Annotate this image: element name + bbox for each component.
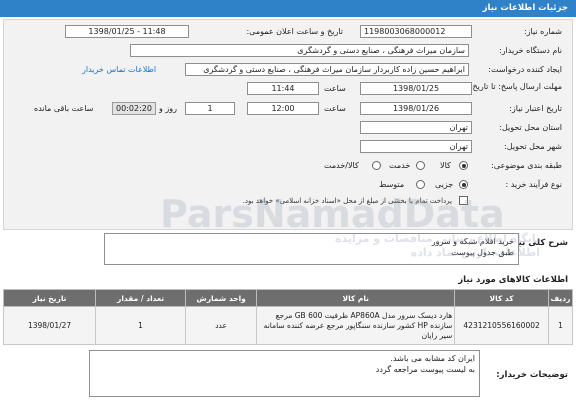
col-qty: تعداد / مقدار <box>95 289 186 307</box>
announce-datetime-field[interactable]: 1398/01/25 - 11:48 <box>65 25 189 38</box>
announce-datetime-value: 1398/01/25 - 11:48 <box>88 27 166 36</box>
row-date: 1398/01/27 <box>2 306 97 345</box>
buyer-notes-box: ایران کد مشابه می باشد. به لیست پیوست مر… <box>89 350 480 397</box>
row-qty: 1 <box>95 306 186 345</box>
goods-table-header: ردیف کد کالا نام کالا واحد شمارش تعداد /… <box>2 289 574 307</box>
category-option-service: خدمت <box>389 161 411 170</box>
category-option-goods-service: کالا/خدمت <box>324 161 359 170</box>
validity-days-field[interactable]: 1 <box>185 102 235 115</box>
col-index: ردیف <box>547 289 574 307</box>
watermark-lines: پایگاه اطلاع رسانی مناقصات و مزایده اطلا… <box>240 232 540 292</box>
reply-deadline-time-label: ساعت <box>324 84 346 93</box>
row-index: 1 <box>547 306 574 345</box>
process-label: نوع فرآیند خرید : <box>505 180 562 189</box>
col-code: کد کالا <box>454 289 549 307</box>
validity-time-field[interactable]: 12:00 <box>247 102 319 115</box>
validity-date-field[interactable]: 1398/01/26 <box>360 102 472 115</box>
table-row[interactable]: 1 4231210556160002 هارد دیسک سرور مدل AP… <box>2 306 574 345</box>
row-name: هارد دیسک سرور مدل AP860A ظرفیت 600 GB م… <box>256 306 456 345</box>
creator-field[interactable]: ابراهیم حسین زاده کاربردار سازمان میراث … <box>185 63 469 76</box>
goods-table: ردیف کد کالا نام کالا واحد شمارش تعداد /… <box>2 289 574 345</box>
page-title: جزئيات اطلاعات نیاز <box>482 3 568 13</box>
buyer-contact-link[interactable]: اطلاعات تماس خریدار <box>82 65 156 74</box>
process-radio-minor[interactable] <box>459 180 468 189</box>
reply-deadline-date-field[interactable]: 1398/01/25 <box>360 82 472 95</box>
category-radio-goods-service[interactable] <box>372 161 381 170</box>
category-option-goods: کالا <box>440 161 451 170</box>
creator-label: ایجاد کننده درخواست: <box>488 65 562 74</box>
need-number-label: شماره نیاز: <box>524 27 562 36</box>
col-date: تاریخ نیاز <box>2 289 97 307</box>
category-radio-goods[interactable] <box>459 161 468 170</box>
buyer-notes-line-1: ایران کد مشابه می باشد. <box>390 354 475 363</box>
page-header: جزئيات اطلاعات نیاز <box>0 0 576 17</box>
buyer-notes-line-2: به لیست پیوست مراجعه گردد <box>375 365 475 374</box>
process-option-minor: جزیی <box>435 180 454 189</box>
reply-deadline-label: مهلت ارسال پاسخ: تا تاریخ: <box>470 82 562 91</box>
announce-label: تاریخ و ساعت اعلان عمومی: <box>246 27 343 36</box>
category-radio-service[interactable] <box>416 161 425 170</box>
reply-deadline-time-field[interactable]: 11:44 <box>247 82 319 95</box>
row-code: 4231210556160002 <box>454 306 549 345</box>
remaining-time-field: 00:02:20 <box>112 102 156 115</box>
col-unit: واحد شمارش <box>184 289 258 307</box>
reply-deadline-label-text: مهلت ارسال پاسخ: تا تاریخ: <box>469 82 562 91</box>
province-label: استان محل تحویل: <box>499 123 562 132</box>
remaining-time-label: ساعت باقی مانده <box>34 104 94 113</box>
watermark-line-1: پایگاه اطلاع رسانی مناقصات و مزایده <box>335 232 540 245</box>
buyer-org-label: نام دستگاه خریدار: <box>499 46 562 55</box>
validity-label: تاریخ اعتبار نیاز: <box>509 104 562 113</box>
need-number-field[interactable]: 1198003068000012 <box>360 25 472 38</box>
buyer-org-field[interactable]: سازمان میراث فرهنگی ، صنایع دستی و گردشگ… <box>130 44 469 57</box>
buyer-notes-label: توضیحات خریدار: <box>496 370 568 380</box>
row-unit: عدد <box>184 306 258 345</box>
city-label: شهر محل تحویل: <box>504 142 562 151</box>
city-field[interactable]: تهران <box>360 140 472 153</box>
process-radio-medium[interactable] <box>416 180 425 189</box>
province-field[interactable]: تهران <box>360 121 472 134</box>
validity-days-label: روز و <box>159 104 177 113</box>
col-name: نام کالا <box>256 289 456 307</box>
validity-time-label: ساعت <box>324 104 346 113</box>
category-label: طبقه بندی موضوعی: <box>491 161 562 170</box>
watermark-logo: ParsNamadData <box>160 192 505 236</box>
process-option-medium: متوسط <box>379 180 405 189</box>
watermark-line-2: اطلاعات پارس نماد داده <box>410 246 540 259</box>
